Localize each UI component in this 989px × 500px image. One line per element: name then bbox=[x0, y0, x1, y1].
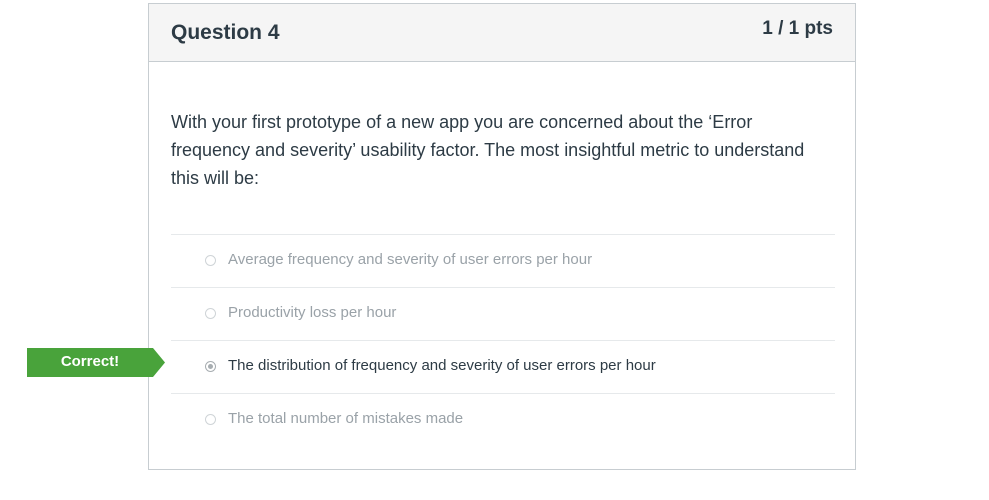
radio-button bbox=[205, 308, 216, 319]
answer-option-4: The total number of mistakes made bbox=[171, 393, 835, 446]
answer-option-2: Productivity loss per hour bbox=[171, 287, 835, 340]
question-points: 1 / 1 pts bbox=[762, 18, 833, 39]
quiz-question-card: Question 4 1 / 1 pts With your first pro… bbox=[148, 3, 856, 470]
answer-option-3: The distribution of frequency and severi… bbox=[171, 340, 835, 393]
radio-button bbox=[205, 414, 216, 425]
answer-label: The total number of mistakes made bbox=[228, 410, 464, 427]
radio-button bbox=[205, 255, 216, 266]
correct-answer-flag: Correct! bbox=[27, 348, 165, 377]
answer-label: The distribution of frequency and severi… bbox=[228, 357, 656, 374]
answer-list: Average frequency and severity of user e… bbox=[171, 234, 835, 446]
question-header: Question 4 1 / 1 pts bbox=[149, 4, 855, 62]
answer-label: Productivity loss per hour bbox=[228, 304, 397, 321]
correct-flag-label: Correct! bbox=[60, 353, 120, 370]
question-text: With your first prototype of a new app y… bbox=[171, 112, 805, 188]
answer-label: Average frequency and severity of user e… bbox=[228, 251, 593, 268]
radio-button-selected bbox=[205, 361, 216, 372]
answer-option-1: Average frequency and severity of user e… bbox=[171, 234, 835, 287]
question-title: Question 4 bbox=[171, 21, 280, 44]
